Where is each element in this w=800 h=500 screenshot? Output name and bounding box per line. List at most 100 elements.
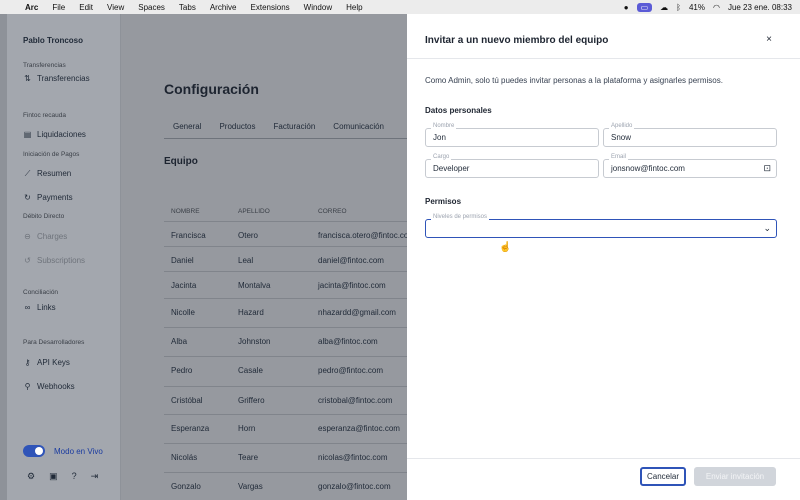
nombre-value: Jon — [433, 133, 446, 142]
email-field[interactable]: Email jonsnow@fintoc.com ⊡ — [603, 154, 777, 178]
menu-bar: Arc File Edit View Spaces Tabs Archive E… — [0, 0, 800, 14]
menu-extensions[interactable]: Extensions — [244, 3, 297, 12]
cell-apellido: Casale — [238, 366, 263, 375]
tab-general[interactable]: General — [164, 122, 210, 131]
bluetooth-icon[interactable]: ᛒ — [676, 3, 681, 12]
menu-archive[interactable]: Archive — [203, 3, 244, 12]
section-transferencias: Transferencias — [23, 62, 66, 69]
live-mode-toggle[interactable] — [23, 445, 45, 457]
sidebar-item-charges[interactable]: ⊖ Charges — [23, 232, 67, 241]
email-label: Email — [609, 154, 629, 160]
wifi-icon[interactable]: ◠ — [713, 3, 720, 12]
cell-apellido: Otero — [238, 231, 259, 240]
send-invitation-button[interactable]: Enviar invitación — [694, 467, 776, 486]
menu-app[interactable]: Arc — [18, 3, 45, 12]
help-icon[interactable]: ? — [72, 471, 77, 482]
logout-icon[interactable]: ⇥ — [91, 471, 99, 482]
user-name[interactable]: Pablo Troncoso — [23, 36, 83, 45]
sidebar-item-api-keys[interactable]: ⚷ API Keys — [23, 358, 70, 367]
record-icon[interactable]: ● — [624, 3, 629, 12]
tabs-divider — [164, 138, 407, 139]
column-header: NOMBRE — [171, 208, 200, 215]
table-row[interactable]: Jacinta Montalva jacinta@fintoc.com — [164, 271, 407, 300]
cell-nombre: Cristóbal — [171, 396, 203, 405]
table-row[interactable]: Nicolle Hazard nhazardd@gmail.com — [164, 298, 407, 327]
cell-apellido: Montalva — [238, 281, 271, 290]
menu-spaces[interactable]: Spaces — [131, 3, 172, 12]
cell-nombre: Alba — [171, 337, 188, 346]
cell-apellido: Vargas — [238, 482, 263, 491]
contact-card-icon[interactable]: ⊡ — [763, 163, 771, 174]
cancel-button[interactable]: Cancelar — [640, 467, 686, 486]
cell-apellido: Johnston — [238, 337, 271, 346]
table-row[interactable]: Alba Johnston alba@fintoc.com — [164, 327, 407, 356]
cell-nombre: Nicolle — [171, 308, 196, 317]
cell-correo: daniel@fintoc.com — [318, 256, 384, 265]
book-icon[interactable]: ▣ — [49, 471, 58, 482]
datetime[interactable]: Jue 23 ene. 08:33 — [728, 3, 792, 12]
nombre-field[interactable]: Nombre Jon — [425, 123, 599, 147]
column-header: CORREO — [318, 208, 347, 215]
menu-window[interactable]: Window — [297, 3, 339, 12]
pointer-cursor-icon: ☝ — [499, 242, 512, 253]
apellido-field[interactable]: Apellido Snow — [603, 123, 777, 147]
cell-nombre: Francisca — [171, 231, 206, 240]
email-value: jonsnow@fintoc.com — [611, 164, 685, 173]
sidebar-item-transferencias[interactable]: ⇅ Transferencias — [23, 74, 89, 83]
section-desarrolladores: Para Desarrolladores — [23, 339, 85, 346]
cell-correo: gonzalo@fintoc.com — [318, 482, 391, 491]
payments-icon: ↻ — [24, 193, 31, 202]
battery-percent[interactable]: 41% — [689, 3, 705, 12]
table-row[interactable]: Cristóbal Griffero cristobal@fintoc.com — [164, 386, 407, 415]
invite-panel: Invitar a un nuevo miembro del equipo × … — [407, 14, 800, 500]
sidebar-item-resumen[interactable]: ⟋ Resumen — [23, 169, 72, 178]
menu-tabs[interactable]: Tabs — [172, 3, 203, 12]
cell-nombre: Daniel — [171, 256, 194, 265]
cell-apellido: Griffero — [238, 396, 265, 405]
sidebar-item-links[interactable]: ∞ Links — [23, 303, 56, 312]
sidebar-item-webhooks[interactable]: ⚲ Webhooks — [23, 382, 75, 391]
cell-correo: nhazardd@gmail.com — [318, 308, 396, 317]
tab-facturacion[interactable]: Facturación — [265, 122, 325, 131]
sidebar-item-subscriptions[interactable]: ↺ Subscriptions — [23, 256, 85, 265]
subscriptions-icon: ↺ — [24, 256, 31, 265]
table-row[interactable]: Pedro Casale pedro@fintoc.com — [164, 356, 407, 385]
settings-tabs: General Productos Facturación Comunicaci… — [164, 122, 393, 131]
table-row[interactable]: Esperanza Horn esperanza@fintoc.com — [164, 414, 407, 443]
panel-title: Invitar a un nuevo miembro del equipo — [425, 35, 609, 46]
cell-correo: alba@fintoc.com — [318, 337, 378, 346]
table-row[interactable]: Gonzalo Vargas gonzalo@fintoc.com — [164, 472, 407, 500]
cell-apellido: Teare — [238, 453, 259, 462]
permissions-select[interactable]: Niveles de permisos ⌄ — [425, 214, 777, 238]
cargo-field[interactable]: Cargo Developer — [425, 154, 599, 178]
menu-edit[interactable]: Edit — [72, 3, 100, 12]
footer-divider — [407, 458, 800, 459]
apellido-label: Apellido — [609, 123, 635, 129]
tab-comunicacion[interactable]: Comunicación — [324, 122, 393, 131]
tab-productos[interactable]: Productos — [210, 122, 264, 131]
gear-icon[interactable]: ⚙ — [27, 471, 35, 482]
cell-nombre: Jacinta — [171, 281, 197, 290]
section-iniciacion-pagos: Iniciación de Pagos — [23, 151, 80, 158]
menu-file[interactable]: File — [45, 3, 72, 12]
webhook-icon: ⚲ — [24, 382, 31, 391]
close-icon[interactable]: × — [766, 34, 772, 45]
menu-view[interactable]: View — [100, 3, 131, 12]
chevron-down-icon: ⌄ — [763, 223, 771, 233]
cell-apellido: Leal — [238, 256, 254, 265]
sidebar-item-liquidaciones[interactable]: ▤ Liquidaciones — [23, 130, 86, 139]
cell-correo: jacinta@fintoc.com — [318, 281, 386, 290]
document-icon: ▤ — [23, 130, 32, 139]
sidebar-footer: ⚙ ▣ ? ⇥ — [27, 471, 98, 482]
sidebar-item-payments[interactable]: ↻ Payments — [23, 193, 72, 202]
cell-correo: nicolas@fintoc.com — [318, 453, 388, 462]
table-row[interactable]: Nicolás Teare nicolas@fintoc.com — [164, 443, 407, 472]
cell-nombre: Nicolás — [171, 453, 198, 462]
cargo-value: Developer — [433, 164, 470, 173]
team-title: Equipo — [164, 156, 198, 167]
permissions-title: Permisos — [425, 197, 462, 206]
column-header: APELLIDO — [238, 208, 270, 215]
cloud-icon[interactable]: ☁ — [660, 3, 668, 12]
screen-share-icon[interactable]: ▭ — [636, 2, 653, 12]
menu-help[interactable]: Help — [339, 3, 369, 12]
